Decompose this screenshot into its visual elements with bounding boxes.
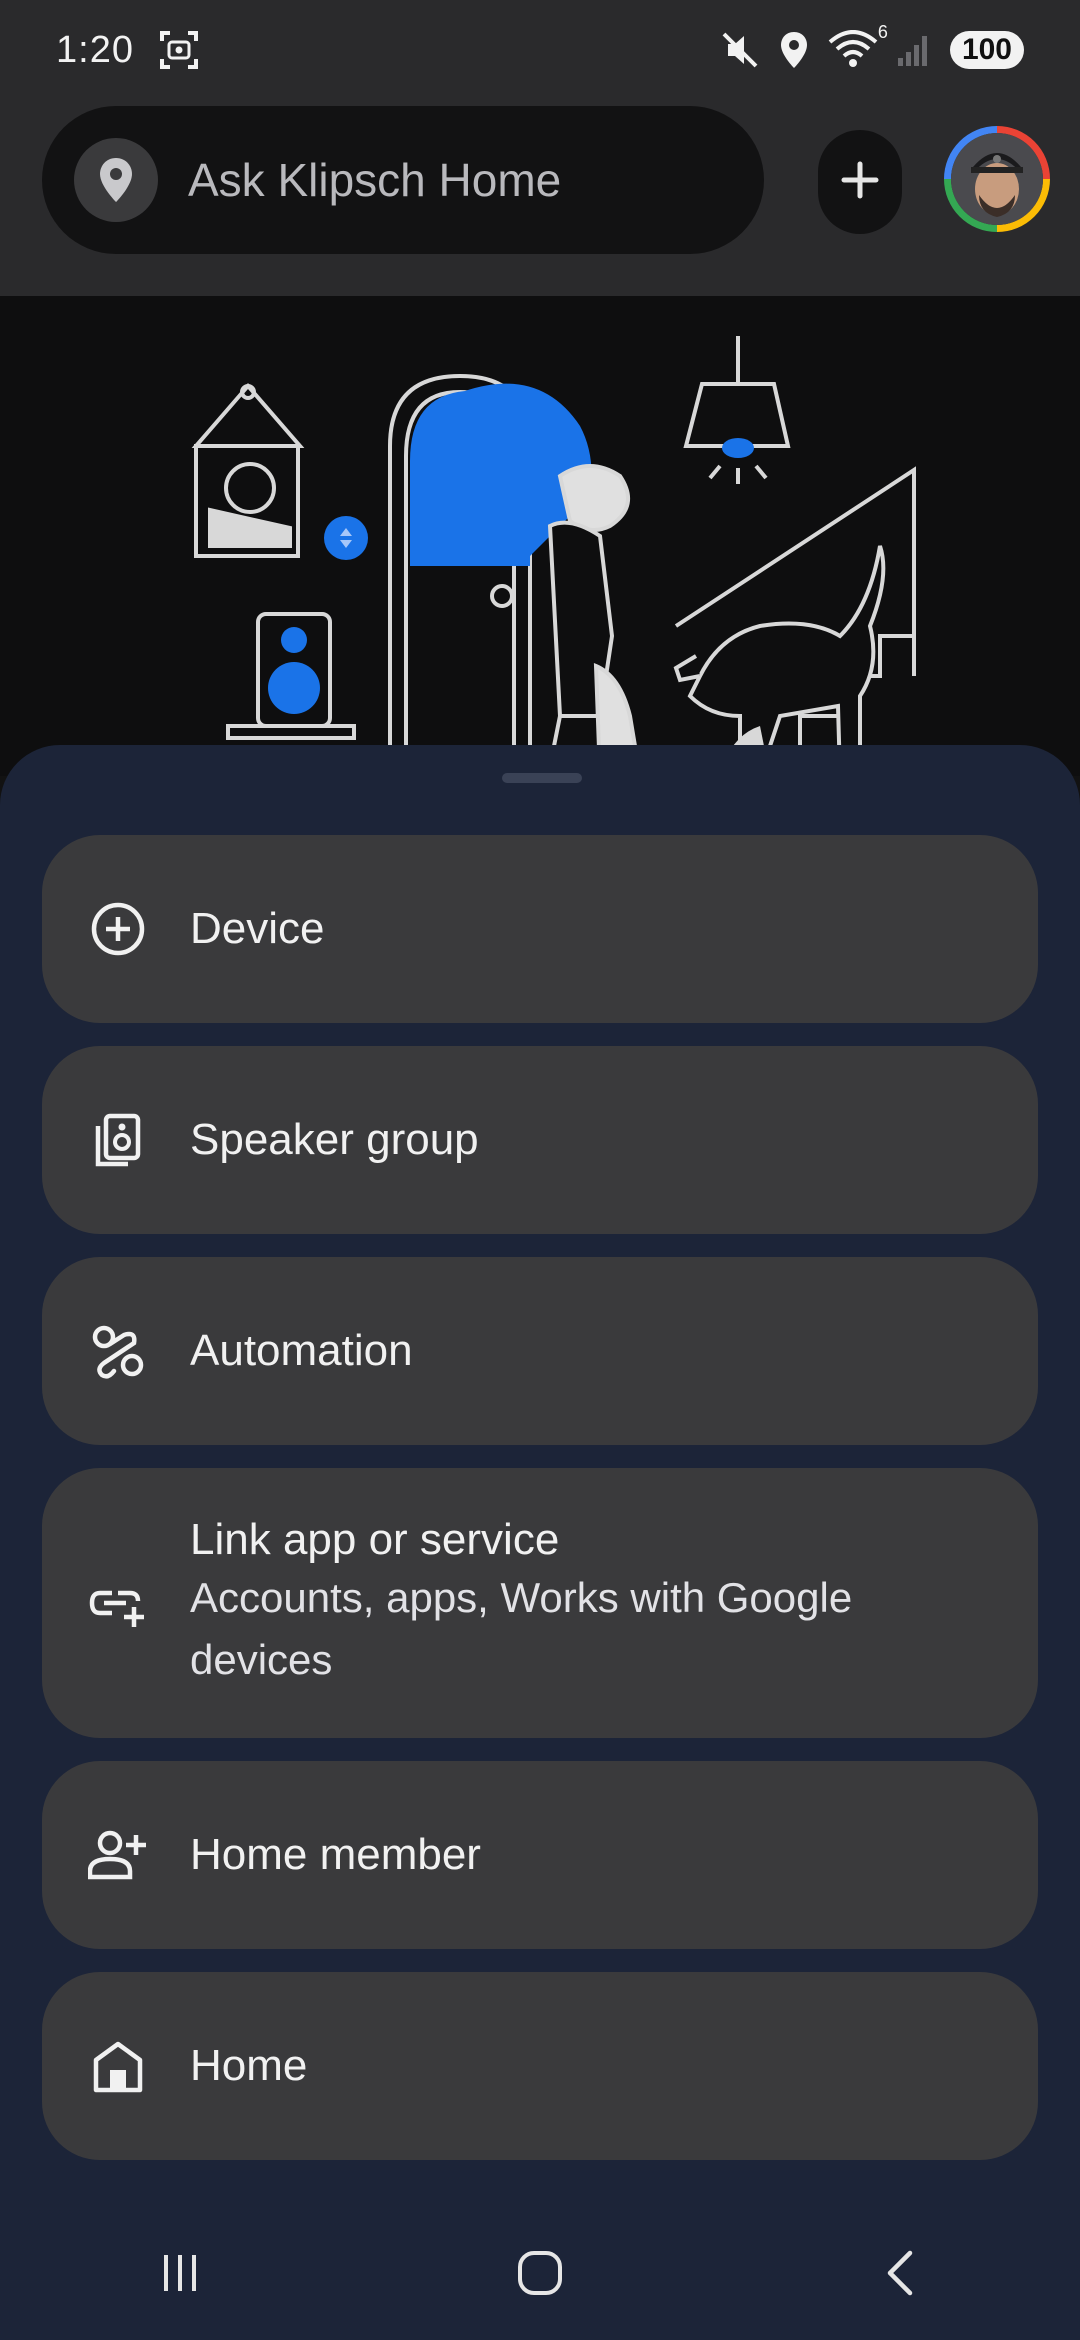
- top-app-bar: Ask Klipsch Home: [0, 100, 1080, 296]
- recents-icon: [158, 2251, 202, 2300]
- menu-item-home[interactable]: Home: [42, 1972, 1038, 2160]
- add-sheet-screen: 1:20 6 100 Ask Klipsch Home Device Speak…: [0, 0, 1080, 2340]
- home-illustration: [0, 296, 1080, 778]
- location-icon: [778, 30, 810, 70]
- recents-button[interactable]: [120, 2225, 240, 2325]
- menu-text: Home member: [190, 1830, 481, 1880]
- mute-icon: [720, 30, 760, 70]
- link-add-icon: [88, 1573, 148, 1633]
- wifi-badge: 6: [877, 22, 888, 42]
- menu-sublabel: Accounts, apps, Works with Google device…: [190, 1574, 853, 1683]
- search-placeholder: Ask Klipsch Home: [188, 154, 562, 206]
- menu-label: Link app or service: [190, 1515, 560, 1564]
- menu-text: Automation: [190, 1326, 413, 1376]
- add-bottom-sheet: Device Speaker group Automation Link app…: [0, 745, 1080, 2340]
- menu-label: Home member: [190, 1830, 481, 1879]
- location-pin-icon: [74, 138, 158, 222]
- back-button[interactable]: [840, 2225, 960, 2325]
- home-nav-button[interactable]: [480, 2225, 600, 2325]
- user-avatar: [951, 133, 1043, 225]
- add-circle-icon: [88, 899, 148, 959]
- home-nav-icon: [516, 2249, 564, 2302]
- status-bar: 1:20 6 100: [0, 0, 1080, 100]
- status-icons: 6 100: [720, 22, 1024, 70]
- menu-label: Device: [190, 904, 325, 953]
- system-nav-bar: [0, 2210, 1080, 2340]
- speaker-group-icon: [88, 1110, 148, 1170]
- add-button[interactable]: [818, 130, 902, 234]
- menu-label: Speaker group: [190, 1115, 479, 1164]
- back-icon: [880, 2249, 920, 2302]
- search-bar[interactable]: Ask Klipsch Home: [42, 106, 764, 254]
- menu-item-home-member[interactable]: Home member: [42, 1761, 1038, 1949]
- account-avatar-button[interactable]: [944, 126, 1050, 232]
- menu-text: Link app or service Accounts, apps, Work…: [190, 1515, 950, 1691]
- menu-item-speaker-group[interactable]: Speaker group: [42, 1046, 1038, 1234]
- menu-text: Speaker group: [190, 1115, 479, 1165]
- plus-icon: [840, 160, 880, 205]
- menu-label: Home: [190, 2041, 308, 2090]
- wifi-icon: 6: [828, 22, 888, 70]
- menu-text: Device: [190, 904, 325, 954]
- menu-label: Automation: [190, 1326, 413, 1375]
- status-time: 1:20: [56, 28, 134, 71]
- drag-handle[interactable]: [502, 773, 582, 783]
- person-add-icon: [88, 1825, 148, 1885]
- automation-icon: [88, 1321, 148, 1381]
- screenshot-icon: [158, 29, 200, 71]
- battery-icon: 100: [949, 31, 1024, 69]
- menu-item-link-app[interactable]: Link app or service Accounts, apps, Work…: [42, 1468, 1038, 1738]
- home-icon: [88, 2036, 148, 2096]
- menu-item-automation[interactable]: Automation: [42, 1257, 1038, 1445]
- signal-icon: [896, 32, 932, 68]
- menu-item-device[interactable]: Device: [42, 835, 1038, 1023]
- menu-text: Home: [190, 2041, 307, 2091]
